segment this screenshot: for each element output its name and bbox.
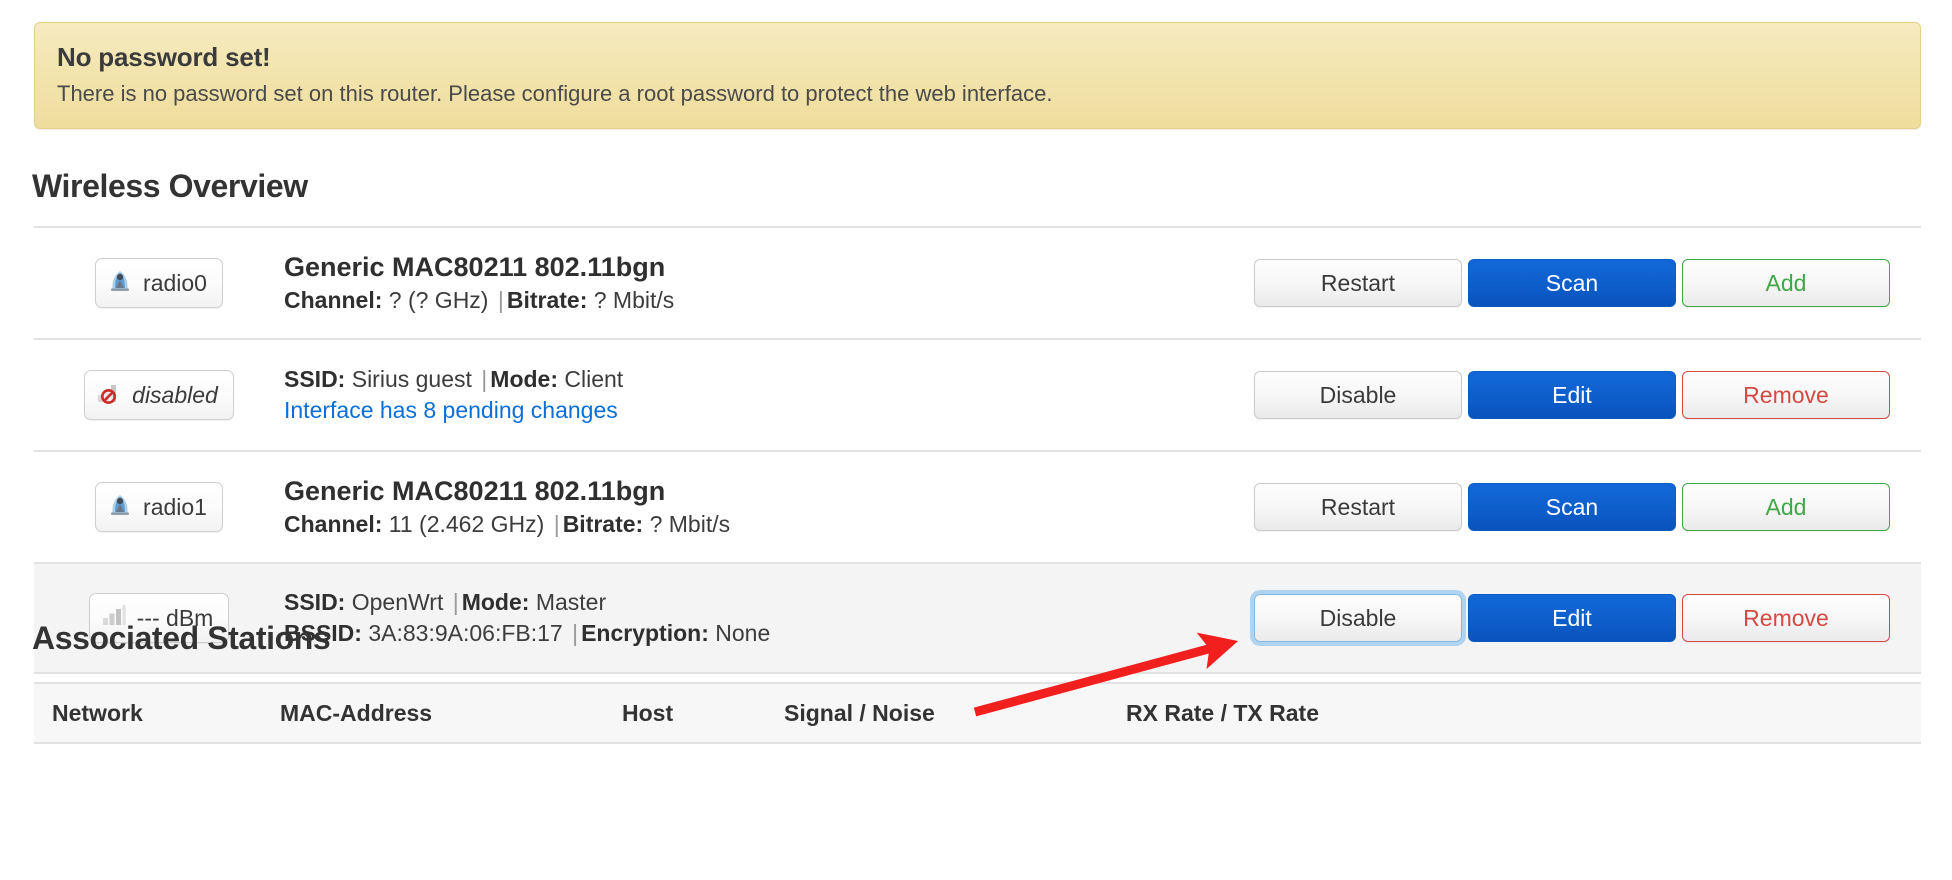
disabled-signal-icon <box>95 378 123 412</box>
radio-antenna-icon <box>106 266 134 300</box>
disable-button[interactable]: Disable <box>1254 371 1462 419</box>
wireless-detail-line-2: BSSID: 3A:83:9A:06:FB:17 | Encryption: No… <box>284 618 1254 649</box>
add-button[interactable]: Add <box>1682 259 1890 307</box>
column-header-signal-noise: Signal / Noise <box>784 699 935 726</box>
wireless-overview-heading: Wireless Overview <box>32 168 308 204</box>
column-header-mac-address: MAC-Address <box>280 699 433 726</box>
wireless-status-label: radio1 <box>143 493 207 520</box>
restart-button[interactable]: Restart <box>1254 483 1462 531</box>
wireless-device-title: Generic MAC80211 802.11bgn <box>284 252 666 283</box>
field-separator: | <box>497 287 504 314</box>
scan-button[interactable]: Scan <box>1468 483 1676 531</box>
remove-button[interactable]: Remove <box>1682 371 1890 419</box>
wireless-detail-line: Channel: ? (? GHz) | Bitrate: ? Mbit/s <box>284 285 1254 316</box>
no-password-warning-banner: No password set! There is no password se… <box>34 22 1921 130</box>
associated-stations-table: Network MAC-Address Host Signal / Noise RX R… <box>34 682 1921 744</box>
table-header-row: Network MAC-Address Host Signal / Noise RX R… <box>34 682 1921 744</box>
wireless-status-label: radio0 <box>143 269 207 296</box>
pending-changes-link[interactable]: Interface has 8 pending changes <box>284 397 618 423</box>
remove-button[interactable]: Remove <box>1682 594 1890 642</box>
wireless-info-cell: Generic MAC80211 802.11bgn Channel: ? (? … <box>284 250 1254 316</box>
edit-button[interactable]: Edit <box>1468 594 1676 642</box>
wireless-status-cell: radio0 <box>34 258 284 308</box>
disable-button[interactable]: Disable <box>1254 594 1462 642</box>
field-value: Sirius guest <box>351 366 472 393</box>
wireless-status-badge[interactable]: radio1 <box>95 482 223 532</box>
wireless-status-badge[interactable]: radio0 <box>95 258 223 308</box>
wireless-detail-line: SSID: OpenWrt | Mode: Master <box>284 587 1254 618</box>
alert-title: No password set! <box>57 42 271 72</box>
wireless-actions-cell: Restart Scan Add <box>1254 483 1921 531</box>
scan-button[interactable]: Scan <box>1468 259 1676 307</box>
field-label: Encryption: <box>581 620 709 646</box>
wireless-detail-line: Channel: 11 (2.462 GHz) | Bitrate: ? Mbit… <box>284 509 1254 540</box>
field-value: ? (? GHz) <box>388 287 489 314</box>
wireless-status-cell: radio1 <box>34 482 284 532</box>
wireless-row: disabled SSID: Sirius guest | Mode: Client… <box>34 338 1921 450</box>
column-header-network: Network <box>52 699 143 726</box>
wireless-detail-line: SSID: Sirius guest | Mode: Client <box>284 364 1254 395</box>
radio-antenna-icon <box>106 490 134 524</box>
alert-message: There is no password set on this router.… <box>57 80 1053 106</box>
wireless-info-cell: SSID: OpenWrt | Mode: Master BSSID: 3A:83:… <box>284 587 1254 649</box>
restart-button[interactable]: Restart <box>1254 259 1462 307</box>
field-value: 3A:83:9A:06:FB:17 <box>368 620 563 646</box>
wireless-status-label: disabled <box>132 381 218 408</box>
field-value: 11 (2.462 GHz) <box>388 511 545 538</box>
field-label: SSID: <box>284 589 346 616</box>
wireless-actions-cell: Disable Edit Remove <box>1254 371 1921 419</box>
field-label: Mode: <box>461 589 530 616</box>
field-value: Client <box>564 366 624 393</box>
field-label: SSID: <box>284 366 346 393</box>
field-value: OpenWrt <box>351 589 444 616</box>
field-label: Bitrate: <box>506 287 588 314</box>
wireless-overview-table: radio0 Generic MAC80211 802.11bgn Channel:… <box>34 226 1921 674</box>
wireless-row: --- dBm SSID: OpenWrt | Mode: Master BSSID:… <box>34 562 1921 674</box>
wireless-actions-cell: Restart Scan Add <box>1254 259 1921 307</box>
column-header-host: Host <box>622 699 674 726</box>
field-value: ? Mbit/s <box>649 511 731 538</box>
field-label: Channel: <box>284 511 383 538</box>
field-label: Channel: <box>284 287 383 314</box>
associated-stations-heading: Associated Stations <box>32 620 331 656</box>
field-label: Bitrate: <box>562 511 644 538</box>
field-separator: | <box>553 511 560 538</box>
field-value: Master <box>535 589 607 616</box>
field-separator: | <box>481 366 488 393</box>
wireless-status-cell: disabled <box>34 370 284 420</box>
field-separator: | <box>572 620 579 646</box>
field-value: None <box>715 620 771 646</box>
field-label: Mode: <box>490 366 558 393</box>
add-button[interactable]: Add <box>1682 483 1890 531</box>
edit-button[interactable]: Edit <box>1468 371 1676 419</box>
wireless-page: No password set! There is no password se… <box>0 0 1952 880</box>
field-separator: | <box>452 589 459 616</box>
wireless-actions-cell: Disable Edit Remove <box>1254 594 1921 642</box>
field-value: ? Mbit/s <box>593 287 675 314</box>
wireless-info-cell: Generic MAC80211 802.11bgn Channel: 11 (2… <box>284 474 1254 540</box>
wireless-status-badge[interactable]: disabled <box>84 370 234 420</box>
wireless-info-cell: SSID: Sirius guest | Mode: Client Interfac… <box>284 364 1254 426</box>
wireless-row: radio1 Generic MAC80211 802.11bgn Channel:… <box>34 450 1921 562</box>
wireless-device-title: Generic MAC80211 802.11bgn <box>284 476 666 507</box>
wireless-row: radio0 Generic MAC80211 802.11bgn Channel:… <box>34 226 1921 338</box>
column-header-rx-tx-rate: RX Rate / TX Rate <box>1126 699 1319 726</box>
